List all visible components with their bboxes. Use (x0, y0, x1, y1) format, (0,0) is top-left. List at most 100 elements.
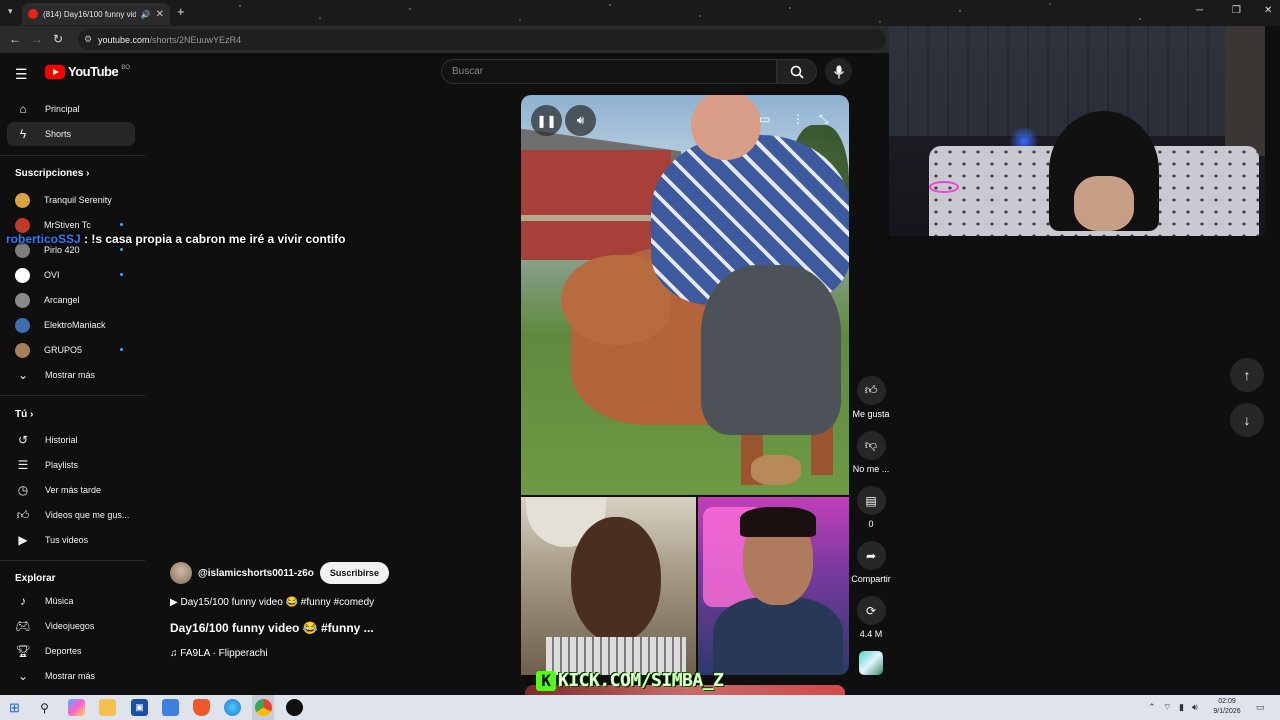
youtube-play-icon (45, 64, 65, 79)
avatar (15, 192, 30, 208)
short-video-player[interactable]: ❚❚ 🔊︎ ▭ ⋮ ⤡ (521, 95, 849, 495)
new-content-dot (120, 273, 123, 276)
sidebar-item-watch-later[interactable]: ◷ Ver más tarde (7, 478, 135, 502)
show-more-subscriptions[interactable]: ⌄ Mostrar más (7, 363, 135, 387)
menu-icon[interactable]: ☰ (15, 66, 28, 83)
previous-short-button[interactable]: ↑ (1230, 358, 1264, 392)
sidebar-item-principal[interactable]: ⌂ Principal (7, 97, 135, 121)
notifications-icon[interactable]: ▭ (1256, 702, 1265, 713)
sidebar-item-your-videos[interactable]: ▶ Tus videos (7, 528, 135, 552)
back-icon[interactable]: ← (9, 32, 21, 46)
close-window-icon[interactable]: ✕ (1264, 5, 1272, 16)
minimize-icon[interactable]: ─ (1196, 5, 1203, 16)
speaker-icon[interactable]: 🔊 (141, 10, 151, 19)
sidebar-item-playlists[interactable]: ☰ Playlists (7, 453, 135, 477)
windows-start-icon[interactable]: ⊞ (6, 699, 23, 716)
short-channel-row: @islamicshorts0011-z6o Suscribirse (170, 562, 389, 584)
obs-icon[interactable] (286, 699, 303, 716)
sidebar-item-label: Principal (45, 104, 80, 114)
streamer-body (713, 597, 843, 675)
history-icon: ↺ (17, 433, 29, 447)
remix-button[interactable]: ⟳ 4.4 M (848, 596, 894, 639)
sidebar-item-label: Videojuegos (45, 621, 95, 631)
new-content-dot (120, 223, 123, 226)
youtube-logo[interactable]: YouTube BO (45, 64, 130, 79)
file-explorer-icon[interactable] (99, 699, 116, 716)
battery-icon[interactable]: ▮ (1179, 702, 1184, 713)
brave-icon[interactable] (193, 699, 210, 716)
tray-chevron-icon[interactable]: ⌃ (1148, 702, 1156, 713)
short-title[interactable]: Day16/100 funny video 😂 #funny ... (170, 621, 374, 635)
sound-thumbnail[interactable] (859, 651, 883, 675)
pause-button[interactable]: ❚❚ (531, 105, 562, 136)
store-icon[interactable]: ▣ (131, 699, 148, 716)
country-code: BO (121, 64, 130, 71)
avatar[interactable] (170, 562, 192, 584)
channel-name[interactable]: @islamicshorts0011-z6o (198, 568, 314, 579)
sidebar-item-subscription[interactable]: GRUPO5 (7, 338, 135, 362)
sidebar-item-subscription[interactable]: Tranquil Serenity (7, 188, 135, 212)
rider-boot (751, 455, 801, 485)
sidebar-item-subscription[interactable]: Arcangel (7, 288, 135, 312)
search-input[interactable]: Buscar (441, 59, 777, 84)
sidebar-item-subscription[interactable]: OVI (7, 263, 135, 287)
close-tab-icon[interactable]: ✕ (156, 9, 164, 20)
sidebar-item-label: Ver más tarde (45, 485, 102, 495)
arrow-down-icon: ↓ (1243, 412, 1251, 428)
comments-button[interactable]: ▤ 0 (848, 486, 894, 529)
volume-icon[interactable]: 🔊︎ (1192, 702, 1198, 713)
music-link[interactable]: ♫ FA9LA · Flipperachi (170, 648, 268, 659)
maximize-icon[interactable]: ❐ (1232, 5, 1241, 16)
related-video-link[interactable]: ▶ Day15/100 funny video 😂 #funny #comedy (170, 597, 374, 608)
system-clock[interactable]: 02:09 9/1/2026 (1207, 697, 1247, 717)
chevron-right-icon: › (30, 409, 34, 420)
mail-icon[interactable] (162, 699, 179, 716)
captions-icon[interactable]: ▭ (759, 112, 770, 126)
microphone-icon (833, 65, 844, 78)
comments-count: 0 (868, 519, 874, 529)
more-options-icon[interactable]: ⋮ (792, 112, 804, 126)
kick-logo-icon: K (536, 670, 556, 691)
volume-button[interactable]: 🔊︎ (565, 105, 596, 136)
new-tab-button[interactable]: + (177, 4, 185, 19)
like-label: Me gusta (852, 409, 890, 419)
chrome-icon[interactable] (255, 699, 272, 716)
sidebar-item-subscription[interactable]: ElektroManiack (7, 313, 135, 337)
kick-watermark: K KICK.COM/SIMBA_Z (536, 670, 724, 691)
sidebar-item-label: Deportes (45, 646, 82, 656)
remix-count: 4.4 M (859, 629, 883, 639)
sidebar-item-sports[interactable]: 🏆︎ Deportes (7, 639, 135, 663)
edge-icon[interactable] (224, 699, 241, 716)
fullscreen-icon[interactable]: ⤡ (819, 112, 829, 127)
shorts-icon: ϟ (19, 127, 27, 141)
search-icon[interactable]: ⚲ (36, 699, 53, 716)
site-info-icon[interactable]: ⚙ (84, 34, 92, 45)
show-more-explore[interactable]: ⌄ Mostrar más (7, 664, 135, 688)
subscriptions-heading[interactable]: Suscripciones › (15, 168, 89, 179)
copilot-icon[interactable] (68, 699, 85, 716)
sidebar-item-liked-videos[interactable]: 👍︎ Videos que me gus... (7, 503, 135, 527)
address-bar[interactable]: ⚙ youtube.com/shorts/2NEuuwYEzR4 (78, 29, 886, 50)
sidebar-divider (0, 395, 145, 396)
windows-taskbar: ⊞ ⚲ ▣ ⌃ ⌔ ▮ 🔊︎ 02:09 9/1/2026 ▭ (0, 695, 1280, 720)
subscribe-button[interactable]: Suscribirse (319, 562, 389, 584)
browser-tab-active[interactable]: (814) Day16/100 funny vide 🔊 ✕ (22, 3, 170, 25)
sidebar-item-music[interactable]: ♪ Música (7, 589, 135, 613)
next-short-button[interactable]: ↓ (1230, 403, 1264, 437)
sidebar-item-label: Shorts (45, 129, 72, 139)
sidebar-item-history[interactable]: ↺ Historial (7, 428, 135, 452)
forward-icon[interactable]: → (31, 32, 43, 46)
sidebar-item-shorts[interactable]: ϟ Shorts (7, 122, 135, 146)
dislike-button[interactable]: 👎︎ No me ... (848, 431, 894, 474)
sidebar-item-gaming[interactable]: 🎮︎ Videojuegos (7, 614, 135, 638)
voice-search-button[interactable] (825, 58, 852, 85)
network-icon[interactable]: ⌔ (1163, 702, 1171, 713)
share-button[interactable]: ➦ Compartir (848, 541, 894, 584)
search-button[interactable] (776, 59, 817, 84)
like-button[interactable]: 👍︎ Me gusta (848, 376, 894, 419)
reload-icon[interactable]: ↻ (53, 32, 63, 46)
you-heading[interactable]: Tú › (15, 409, 33, 420)
sidebar-item-label: Playlists (45, 460, 79, 470)
tab-search-icon[interactable]: ▾ (8, 6, 13, 17)
subscriptions-heading-label: Suscripciones (15, 168, 84, 179)
